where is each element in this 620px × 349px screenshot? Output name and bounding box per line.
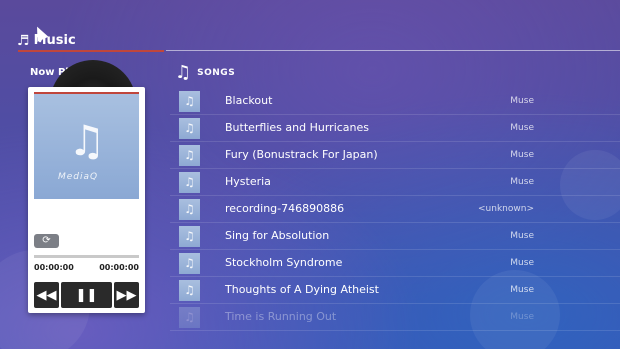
- pause-button[interactable]: ❚❚: [61, 282, 112, 308]
- song-artist: Muse: [510, 312, 534, 322]
- song-row[interactable]: ♫ Time is Running Out Muse: [170, 304, 620, 331]
- music-note-icon: ♫: [68, 116, 106, 165]
- song-row[interactable]: ♫ Thoughts of A Dying Atheist Muse: [170, 277, 620, 304]
- song-list: ♫ Blackout Muse ♫ Butterflies and Hurric…: [170, 88, 620, 331]
- time-elapsed: 00:00:00: [34, 263, 74, 272]
- fast-forward-icon: ▶▶: [116, 287, 137, 303]
- song-title: Blackout: [225, 94, 273, 107]
- song-row[interactable]: ♫ Stockholm Syndrome Muse: [170, 250, 620, 277]
- repeat-button[interactable]: ⟳: [34, 234, 59, 248]
- song-thumb-icon: ♫: [179, 307, 200, 328]
- pause-icon: ❚❚: [75, 287, 98, 303]
- song-title: Thoughts of A Dying Atheist: [225, 283, 379, 296]
- song-artist: Muse: [510, 258, 534, 268]
- song-title: Sing for Absolution: [225, 229, 330, 242]
- song-row[interactable]: ♫ Butterflies and Hurricanes Muse: [170, 115, 620, 142]
- song-artist: Muse: [510, 177, 534, 187]
- music-note-icon: ♫: [175, 62, 192, 83]
- song-title: recording-746890886: [225, 202, 345, 215]
- app-title-group: ♬ Music: [17, 33, 76, 48]
- repeat-icon: ⟳: [42, 235, 51, 246]
- songs-header: ♫ SONGS: [175, 64, 235, 82]
- now-playing-panel: ♫ MediaQ ⟳ 00:00:00 00:00:00 ◀◀ ❚❚ ▶▶: [28, 87, 145, 313]
- song-row[interactable]: ♫ recording-746890886 <unknown>: [170, 196, 620, 223]
- app-header: ♬ Music: [0, 0, 620, 52]
- music-note-icon: ♬: [17, 32, 30, 49]
- song-thumb-icon: ♫: [179, 145, 200, 166]
- song-title: Stockholm Syndrome: [225, 256, 343, 269]
- song-title: Time is Running Out: [225, 310, 337, 323]
- next-button[interactable]: ▶▶: [114, 282, 139, 308]
- song-title: Butterflies and Hurricanes: [225, 121, 370, 134]
- album-art: ♫ MediaQ: [34, 94, 139, 199]
- song-thumb-icon: ♫: [179, 172, 200, 193]
- song-thumb-icon: ♫: [179, 199, 200, 220]
- header-underline: [166, 50, 620, 51]
- playback-controls: ◀◀ ❚❚ ▶▶: [34, 282, 139, 308]
- song-thumb-icon: ♫: [179, 91, 200, 112]
- song-thumb-icon: ♫: [179, 118, 200, 139]
- progress-bar[interactable]: [34, 255, 139, 258]
- app-title: Music: [33, 33, 76, 48]
- song-row[interactable]: ♫ Hysteria Muse: [170, 169, 620, 196]
- song-artist: Muse: [510, 96, 534, 106]
- header-underline-active: [18, 50, 164, 52]
- song-row[interactable]: ♫ Fury (Bonustrack For Japan) Muse: [170, 142, 620, 169]
- album-accent-strip: [34, 92, 139, 94]
- album-brand-logo: MediaQ: [58, 172, 99, 182]
- song-artist: Muse: [510, 123, 534, 133]
- song-thumb-icon: ♫: [179, 280, 200, 301]
- songs-title: SONGS: [197, 68, 236, 78]
- song-artist: <unknown>: [478, 204, 534, 214]
- song-thumb-icon: ♫: [179, 226, 200, 247]
- song-artist: Muse: [510, 231, 534, 241]
- song-title: Hysteria: [225, 175, 271, 188]
- time-total: 00:00:00: [99, 263, 139, 272]
- song-artist: Muse: [510, 150, 534, 160]
- song-row[interactable]: ♫ Sing for Absolution Muse: [170, 223, 620, 250]
- previous-button[interactable]: ◀◀: [34, 282, 59, 308]
- song-artist: Muse: [510, 285, 534, 295]
- song-title: Fury (Bonustrack For Japan): [225, 148, 378, 161]
- song-thumb-icon: ♫: [179, 253, 200, 274]
- song-row[interactable]: ♫ Blackout Muse: [170, 88, 620, 115]
- rewind-icon: ◀◀: [36, 287, 57, 303]
